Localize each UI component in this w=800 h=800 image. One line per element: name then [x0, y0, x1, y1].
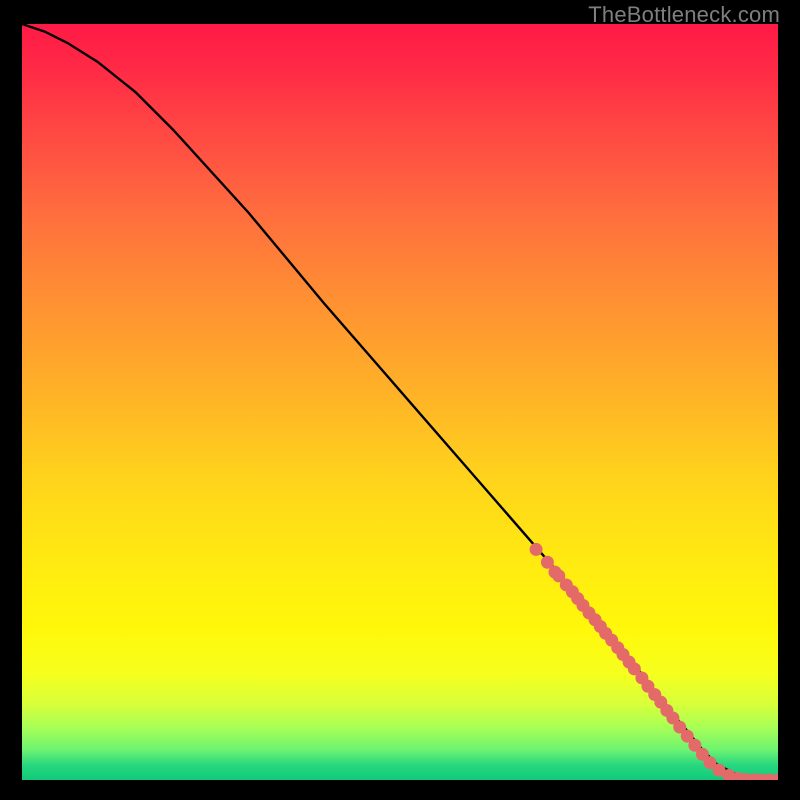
- trend-curve: [22, 24, 778, 780]
- watermark-text: TheBottleneck.com: [588, 2, 780, 28]
- data-marker: [772, 774, 779, 781]
- marker-group: [530, 543, 778, 780]
- chart-overlay-svg: [22, 24, 778, 780]
- chart-stage: TheBottleneck.com: [0, 0, 800, 800]
- data-marker: [530, 543, 543, 556]
